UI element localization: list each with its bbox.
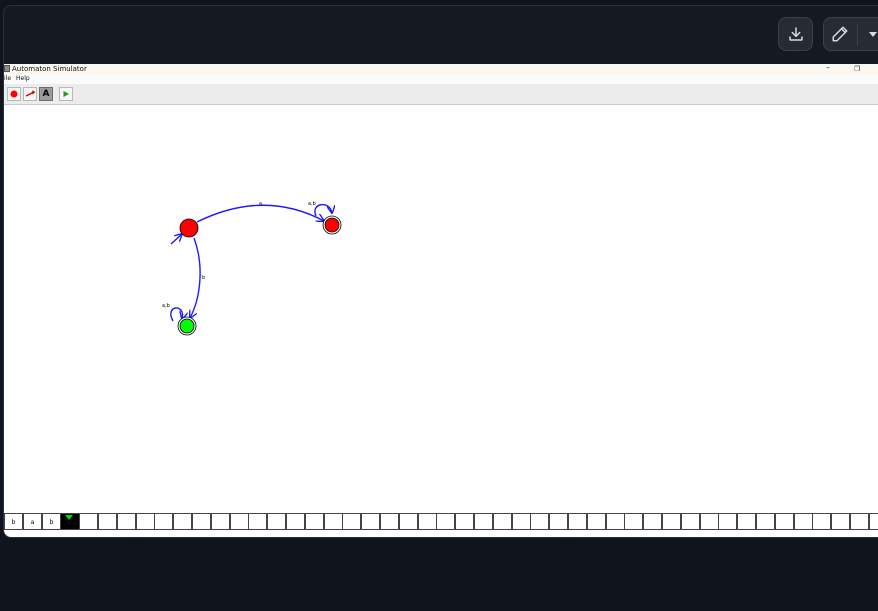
tape-cell[interactable] [230,513,249,530]
tape-cell[interactable] [850,513,869,530]
tape-cell[interactable] [624,513,643,530]
pencil-icon [832,26,848,42]
transition-start-to-accept[interactable] [190,237,201,318]
tape-cell[interactable] [211,513,230,530]
download-button[interactable] [778,17,813,51]
initial-state-arrow [170,234,182,245]
run-tool[interactable] [59,87,73,101]
tape-cell[interactable] [380,513,399,530]
tape-head-marker [65,515,73,520]
tape-cell[interactable] [305,513,324,530]
tape-cell[interactable] [869,513,878,530]
app-icon [4,65,10,72]
tape-cell[interactable] [737,513,756,530]
window-titlebar: Automaton Simulator – ❐ [4,64,878,74]
chevron-down-icon[interactable] [868,30,878,38]
edit-button[interactable] [823,17,878,51]
tape-cell[interactable] [192,513,211,530]
state-start[interactable] [179,218,199,238]
tape-cell[interactable] [248,513,267,530]
play-icon [63,91,69,97]
download-icon [788,27,803,41]
tape-cell[interactable] [587,513,606,530]
tape-cell[interactable] [606,513,625,530]
tape-cell[interactable] [718,513,737,530]
tape-cell[interactable] [117,513,136,530]
divider [857,24,858,46]
tape-cell[interactable] [568,513,587,530]
automaton-simulator-window: Automaton Simulator – ❐ ile Help A a a,b… [4,64,878,537]
tape-cell[interactable] [775,513,794,530]
tape-cell[interactable] [549,513,568,530]
tape-cell[interactable] [399,513,418,530]
add-transition-tool[interactable] [23,87,37,101]
tape-cell[interactable] [812,513,831,530]
transition-reject-self-loop[interactable] [314,204,332,217]
red-circle-icon [10,90,18,98]
window-title: Automaton Simulator [12,65,87,73]
app-toolbar: A [4,84,878,105]
tape-cell[interactable]: b [4,513,23,530]
tape-symbol: a [30,519,35,526]
tape-cell[interactable] [173,513,192,530]
tape-head-cell[interactable] [60,513,80,530]
tape-cell[interactable] [342,513,361,530]
automaton-canvas[interactable]: a a,b b a,b [4,105,878,513]
tape-cell[interactable] [79,513,98,530]
tape-cell[interactable] [136,513,155,530]
tape-cell[interactable] [324,513,343,530]
tape-cell[interactable] [530,513,549,530]
state-reject[interactable] [322,215,342,235]
automaton-diagram: a a,b b a,b [162,201,342,336]
transition-label-accept-loop: a,b [162,303,170,309]
minimize-button[interactable]: – [826,64,830,73]
tape-cell[interactable] [154,513,173,530]
tape-cell[interactable] [436,513,455,530]
tape-cell[interactable] [643,513,662,530]
input-tape: bab [4,513,878,532]
tape-cell[interactable] [267,513,286,530]
tape-cell[interactable] [662,513,681,530]
menu-help[interactable]: Help [16,74,30,84]
tape-cell[interactable] [756,513,775,530]
tape-cell[interactable] [418,513,437,530]
tape-cell[interactable] [794,513,813,530]
tape-cell[interactable]: b [42,513,61,530]
tape-cell[interactable] [474,513,493,530]
tape-cell[interactable] [98,513,117,530]
transition-label-reject-loop: a,b [308,201,316,207]
tape-cell[interactable] [286,513,305,530]
restore-button[interactable]: ❐ [854,64,860,74]
menu-bar: ile Help [4,74,878,84]
screenshot-viewer: Automaton Simulator – ❐ ile Help A a a,b… [3,5,878,538]
transition-label-start-to-accept: b [202,275,205,281]
tape-symbol: b [49,519,54,526]
tape-cell[interactable] [700,513,719,530]
label-tool[interactable]: A [39,87,53,101]
tape-cell[interactable]: a [23,513,42,530]
tape-cell[interactable] [493,513,512,530]
tape-cell[interactable] [512,513,531,530]
tape-cell[interactable] [361,513,380,530]
transition-label-start-to-reject: a [259,201,262,207]
state-accept[interactable] [177,316,197,336]
add-state-tool[interactable] [7,87,21,101]
arrow-icon [25,90,35,97]
tape-cell[interactable] [455,513,474,530]
transition-start-to-reject[interactable] [196,204,324,223]
tape-symbol: b [11,519,16,526]
tape-cell[interactable] [831,513,850,530]
menu-file[interactable]: ile [4,74,11,84]
viewer-toolbar [4,6,878,64]
tape-cell[interactable] [681,513,700,530]
